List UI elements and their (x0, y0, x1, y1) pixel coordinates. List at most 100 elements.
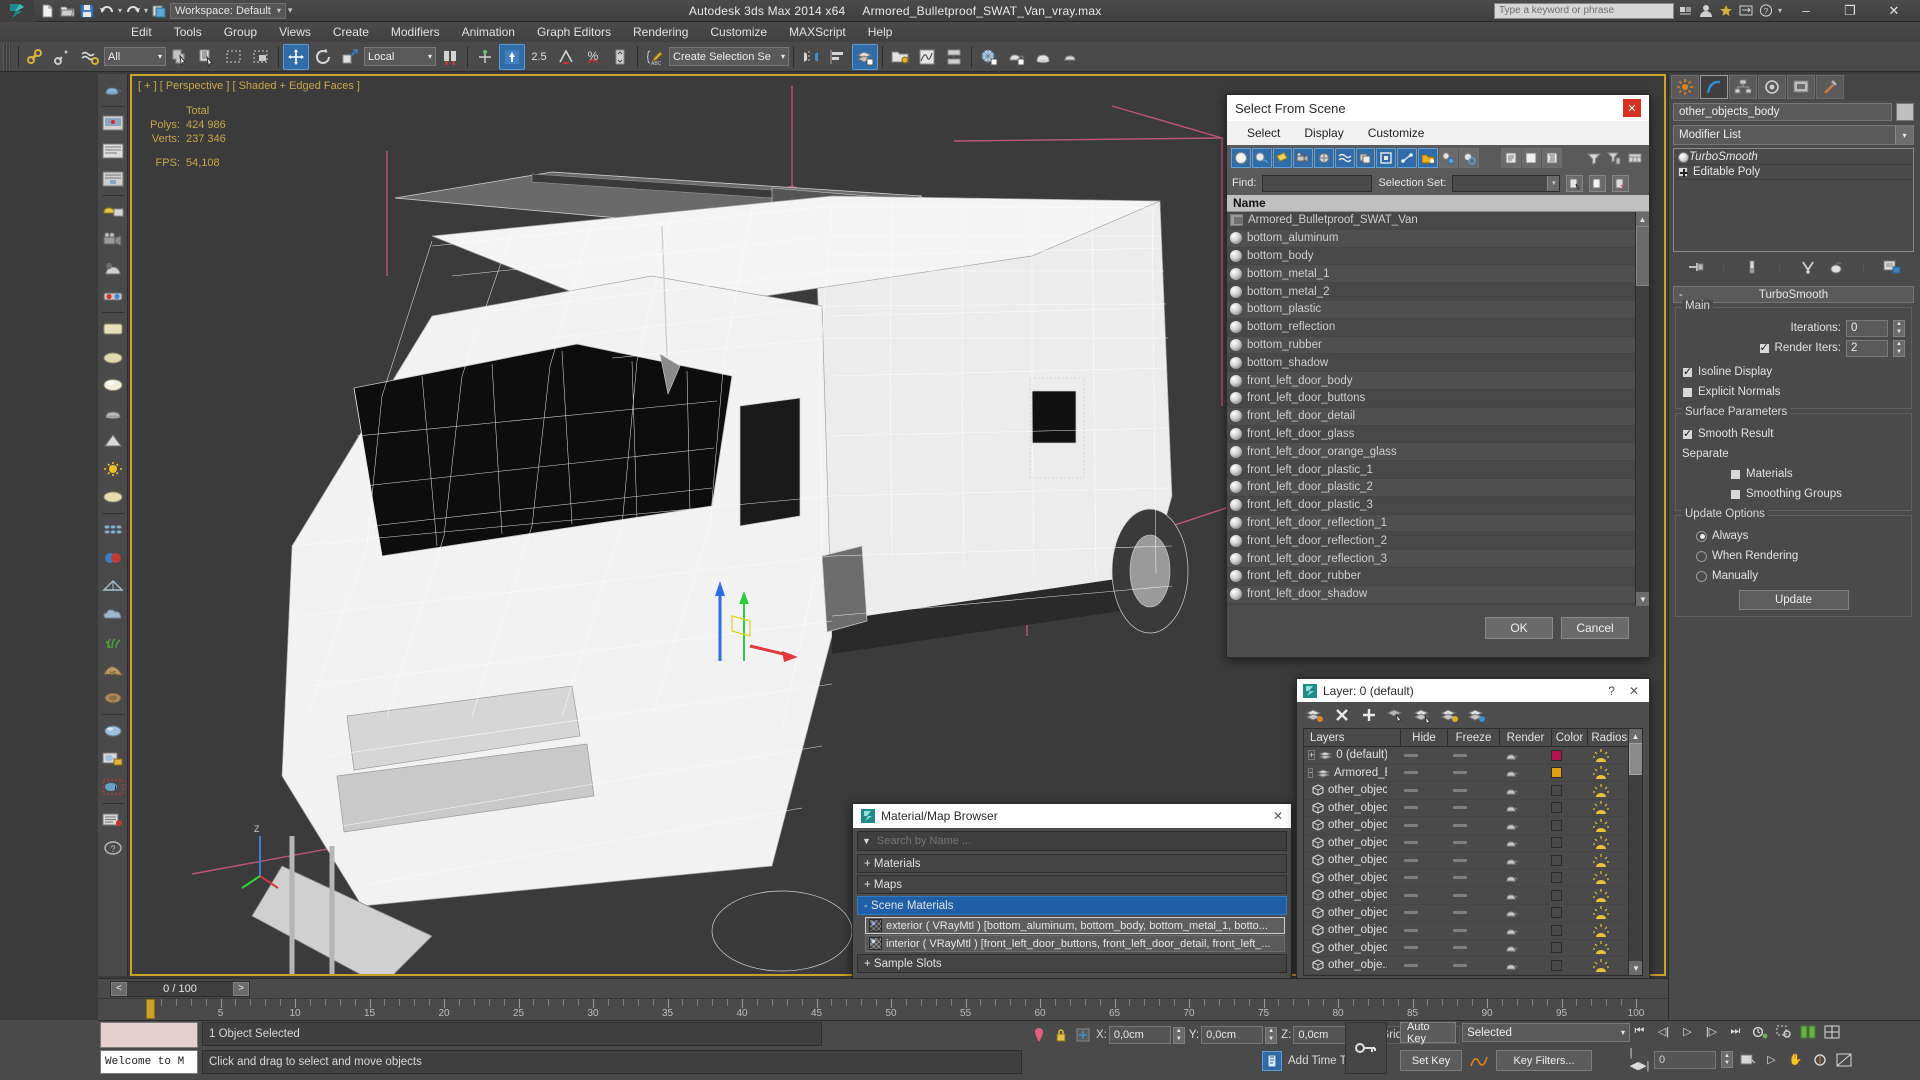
mini-listener-white[interactable]: Welcome to M (100, 1050, 198, 1074)
layer-color-swatch[interactable] (1550, 942, 1562, 954)
header-color[interactable]: Color (1552, 729, 1588, 746)
time-configuration-icon[interactable] (1750, 1022, 1769, 1041)
workspace-menu-icon[interactable]: ▾ (288, 5, 293, 16)
scene-object-row[interactable]: front_left_door_body (1227, 372, 1635, 390)
named-selection-sets-combo[interactable]: Create Selection Se ▾ (669, 47, 789, 66)
y-spinner[interactable]: ▲ ▼ (1265, 1026, 1278, 1044)
maximize-viewport-toggle-icon[interactable] (1834, 1050, 1853, 1069)
radiosity-cell[interactable] (1574, 870, 1628, 885)
render-setup-panel-icon[interactable] (100, 137, 126, 165)
radiosity-cell[interactable] (1574, 748, 1628, 763)
display-xrefs-icon[interactable] (1376, 148, 1396, 168)
display-children-icon[interactable] (1438, 148, 1459, 168)
scene-object-row[interactable]: front_left_door_reflection_2 (1227, 532, 1635, 551)
cancel-button[interactable]: Cancel (1561, 617, 1629, 639)
layer-grid-scrollbar[interactable]: ▲ ▼ (1628, 729, 1642, 975)
separate-materials-checkbox[interactable] (1730, 468, 1741, 480)
render-iters-input[interactable]: 2 (1846, 339, 1888, 357)
menu-item-tools[interactable]: Tools (163, 22, 213, 42)
radiosity-cell[interactable] (1574, 888, 1628, 903)
ellipsoid-primitive-icon[interactable] (100, 371, 126, 399)
scroll-up-icon[interactable]: ▲ (1636, 212, 1649, 226)
maximize-viewport-icon[interactable] (1822, 1022, 1841, 1041)
percent-snap-toggle-icon[interactable]: % (580, 44, 606, 70)
layer-color-swatch[interactable] (1550, 802, 1562, 814)
layer-properties-icon[interactable] (1467, 705, 1487, 725)
display-cameras-icon[interactable] (1293, 148, 1313, 168)
remove-selection-set-icon[interactable] (1612, 174, 1630, 192)
radiosity-cell[interactable] (1574, 800, 1628, 815)
freeze-cell[interactable] (1434, 753, 1486, 757)
toolbar-grip[interactable] (3, 43, 11, 70)
mmb-search-row[interactable]: ▼ (857, 831, 1287, 851)
layer-name-cell[interactable]: other_objects_b (1304, 942, 1387, 954)
layer-name-cell[interactable]: - Armored_B...f_SWA (1304, 767, 1387, 779)
header-render[interactable]: Render (1500, 729, 1552, 746)
scatter-icon[interactable] (100, 572, 126, 600)
key-curve-icon[interactable] (1468, 1051, 1490, 1071)
material-sphere-icon[interactable] (100, 717, 126, 745)
display-flat-icon[interactable] (1521, 148, 1542, 168)
scene-object-row[interactable]: front_left_door_reflection_1 (1227, 514, 1635, 533)
layer-name-cell[interactable]: +0 (default) (1304, 749, 1387, 761)
key-filters-button[interactable]: Key Filters... (1496, 1050, 1592, 1071)
tab-hierarchy[interactable] (1729, 75, 1757, 99)
scene-object-list[interactable]: Armored_Bulletproof_SWAT_Van bottom_alumi… (1227, 212, 1649, 606)
filter-icon[interactable] (1583, 148, 1604, 168)
bind-to-space-warp-icon[interactable] (77, 44, 103, 70)
menu-item-help[interactable]: Help (857, 22, 904, 42)
filter-dropdown-icon[interactable]: ▼ (862, 836, 871, 846)
radiosity-cell[interactable] (1574, 940, 1628, 955)
scene-object-row[interactable]: front_left_door_plastic_3 (1227, 496, 1635, 515)
camera-match-icon[interactable] (100, 254, 126, 282)
arc-rotate-icon[interactable] (1810, 1050, 1829, 1069)
search-input[interactable]: Type a keyword or phrase (1493, 2, 1674, 19)
menu-item-group[interactable]: Group (213, 22, 268, 42)
render-iters-checkbox[interactable] (1758, 341, 1770, 354)
maximize-button[interactable]: ❐ (1830, 0, 1870, 22)
display-space-warps-icon[interactable] (1334, 148, 1355, 168)
current-key-spinner[interactable]: ▲ ▼ (1721, 1051, 1733, 1068)
zoom-region-icon[interactable] (1774, 1022, 1793, 1041)
iterations-input[interactable]: 0 (1846, 319, 1888, 337)
hair-and-fur-icon[interactable]: HF (100, 656, 126, 684)
menu-select[interactable]: Select (1235, 121, 1292, 145)
isoline-display-checkbox[interactable] (1682, 365, 1693, 378)
freeze-cell[interactable] (1434, 928, 1486, 932)
select-by-name-icon[interactable] (194, 44, 220, 70)
display-influences-icon[interactable] (1459, 148, 1479, 168)
freeze-cell[interactable] (1434, 841, 1486, 845)
radiosity-cell[interactable] (1574, 905, 1628, 920)
time-playhead[interactable] (146, 999, 155, 1019)
radiosity-cell[interactable] (1574, 765, 1628, 780)
select-and-rotate-icon[interactable] (310, 44, 336, 70)
select-from-scene-dialog[interactable]: Select From Scene ✕ Select Display Custo… (1226, 94, 1650, 658)
radiosity-cell[interactable] (1574, 835, 1628, 850)
close-button[interactable]: ✕ (1874, 0, 1914, 22)
scene-object-row[interactable]: bottom_metal_1 (1227, 265, 1635, 284)
layer-row[interactable]: - Armored_B...f_SWA (1304, 765, 1628, 782)
layer-row[interactable]: other_objects_p (1304, 870, 1628, 887)
radiosity-cell[interactable] (1574, 923, 1628, 938)
layer-expander-icon[interactable]: - (1308, 767, 1313, 778)
rollout-toggle-icon[interactable]: - (1679, 289, 1683, 301)
go-to-start-icon[interactable]: ⏮ (1630, 1022, 1649, 1041)
hand-pan-icon[interactable]: ✋ (1786, 1050, 1805, 1069)
freeze-cell[interactable] (1434, 893, 1486, 897)
workspace-selector[interactable]: Workspace: Default ▾ (170, 2, 286, 19)
layer-name-cell[interactable]: other_objects_d (1304, 907, 1387, 919)
color-cell[interactable] (1538, 767, 1574, 779)
render-production-icon[interactable] (1057, 44, 1083, 70)
layer-row[interactable]: +0 (default) (1304, 747, 1628, 765)
layer-name-cell[interactable]: other_objects_p (1304, 872, 1387, 884)
freeze-cell[interactable] (1434, 911, 1486, 915)
explicit-normals-checkbox[interactable] (1682, 386, 1693, 398)
freeze-cell[interactable] (1434, 946, 1486, 950)
add-selection-to-layer-icon[interactable] (1440, 705, 1460, 725)
scene-object-row[interactable]: bottom_body (1227, 247, 1635, 266)
select-and-scale-icon[interactable] (337, 44, 363, 70)
freeze-cell[interactable] (1434, 788, 1486, 792)
iterations-spinner[interactable]: ▲ ▼ (1893, 319, 1905, 337)
render-cell[interactable] (1486, 802, 1538, 813)
color-cell[interactable] (1538, 854, 1574, 866)
